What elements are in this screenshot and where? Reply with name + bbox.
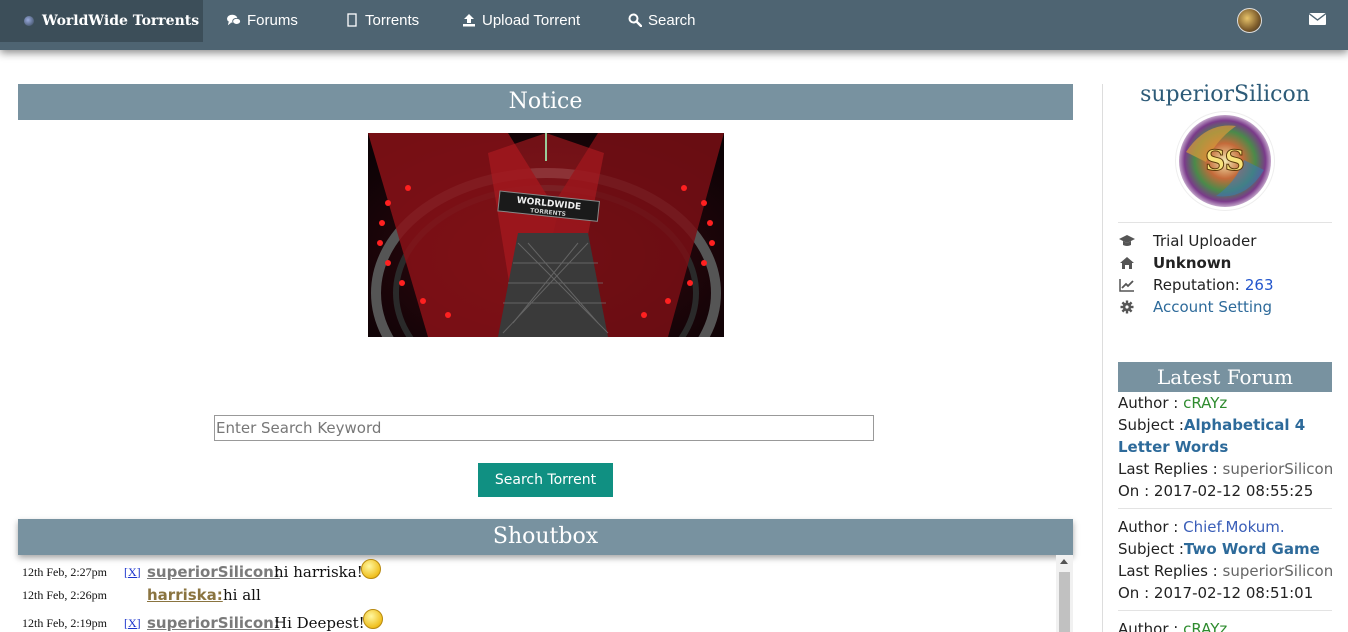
- shout-text: Hi Deepest!: [274, 614, 365, 632]
- post-date: 2017-02-12 08:51:01: [1153, 584, 1314, 602]
- upload-icon: [463, 14, 475, 27]
- author-label: Author :: [1118, 394, 1179, 412]
- user-avatar[interactable]: [1237, 8, 1262, 33]
- forum-post-author: Author : cRAYz: [1118, 392, 1227, 414]
- last-replies-user[interactable]: superiorSilicon: [1223, 460, 1334, 478]
- shout-message: 12th Feb, 2:19pm [X] superiorSilicon: Hi…: [18, 609, 1056, 632]
- reputation-value[interactable]: 263: [1245, 276, 1274, 294]
- on-label: On :: [1118, 584, 1150, 602]
- shout-text: hi harriska!: [274, 563, 363, 581]
- sidebar-divider: [1102, 84, 1103, 632]
- smiley-icon: [361, 559, 381, 579]
- forum-post-divider: [1118, 508, 1332, 509]
- shout-user[interactable]: superiorSilicon:: [147, 614, 280, 632]
- forum-post-last-replies: Last Replies : superiorSilicon: [1118, 458, 1333, 480]
- search-torrent-button[interactable]: Search Torrent: [478, 463, 613, 497]
- profile-reputation: Reputation: 263: [1118, 274, 1274, 296]
- nav-upload-label: Upload Torrent: [482, 11, 581, 29]
- account-setting-link[interactable]: Account Setting: [1118, 296, 1272, 318]
- notice-banner-image: WORLDWIDE TORRENTS: [368, 133, 724, 337]
- search-keyword-input[interactable]: [214, 415, 874, 441]
- graduation-cap-icon: [1118, 234, 1136, 248]
- envelope-icon[interactable]: [1309, 12, 1326, 26]
- nav-forums-label: Forums: [247, 11, 298, 29]
- last-replies-user[interactable]: superiorSilicon: [1223, 562, 1334, 580]
- profile-rank-label: Trial Uploader: [1153, 232, 1257, 250]
- on-label: On :: [1118, 482, 1150, 500]
- forum-post-author: Author : Chief.Mokum.: [1118, 516, 1285, 538]
- shout-user[interactable]: superiorSilicon:: [147, 563, 280, 581]
- shout-message: 12th Feb, 2:26pm harriska: hi all: [18, 583, 1056, 607]
- forum-post-date: On : 2017-02-12 08:55:25: [1118, 480, 1313, 502]
- line-chart-icon: [1118, 278, 1136, 292]
- author-label: Author :: [1118, 518, 1179, 536]
- forum-post-author: Author : cRAYz: [1118, 618, 1227, 632]
- profile-location: Unknown: [1118, 252, 1231, 274]
- shout-delete-link[interactable]: [X]: [124, 565, 141, 580]
- profile-username[interactable]: superiorSilicon: [1118, 82, 1332, 107]
- reputation-label: Reputation:: [1153, 276, 1240, 294]
- subject-label: Subject :: [1118, 540, 1184, 558]
- subject-link[interactable]: Alphabetical 4: [1184, 416, 1305, 434]
- post-date: 2017-02-12 08:55:25: [1153, 482, 1314, 500]
- profile-rank: Trial Uploader: [1118, 230, 1256, 252]
- shout-text: hi all: [223, 586, 261, 604]
- author-link[interactable]: Chief.Mokum.: [1183, 518, 1285, 536]
- nav-search-label: Search: [648, 11, 696, 29]
- subject-link[interactable]: Two Word Game: [1184, 540, 1320, 558]
- author-link[interactable]: cRAYz: [1183, 620, 1227, 632]
- forum-post-last-replies: Last Replies : superiorSilicon: [1118, 560, 1333, 582]
- subject-label: Subject :: [1118, 416, 1184, 434]
- profile-location-label: Unknown: [1153, 254, 1232, 272]
- profile-avatar-monogram: SS: [1205, 144, 1245, 177]
- shout-delete-link[interactable]: [X]: [124, 616, 141, 631]
- gear-icon: [1118, 300, 1136, 314]
- shout-time: 12th Feb, 2:27pm: [22, 564, 108, 579]
- top-navbar: WorldWide Torrents Forums Torrents Uploa…: [0, 0, 1348, 50]
- shout-message: 12th Feb, 2:27pm [X] superiorSilicon: hi…: [18, 559, 1056, 584]
- author-label: Author :: [1118, 620, 1179, 632]
- shoutbox-scrollbar[interactable]: [1056, 555, 1073, 632]
- last-replies-label: Last Replies :: [1118, 460, 1218, 478]
- home-icon: [1118, 256, 1136, 270]
- nav-search[interactable]: Search: [628, 0, 696, 40]
- notice-title: Notice: [18, 84, 1073, 120]
- shout-time: 12th Feb, 2:19pm: [22, 615, 108, 630]
- brand-label: WorldWide Torrents: [42, 13, 200, 29]
- shout-time: 12th Feb, 2:26pm: [22, 587, 108, 602]
- shout-user[interactable]: harriska:: [147, 586, 223, 604]
- forum-post-subject-continued: Letter Words: [1118, 436, 1228, 458]
- forum-post-divider: [1118, 610, 1332, 611]
- author-link[interactable]: cRAYz: [1183, 394, 1227, 412]
- forum-post-date: On : 2017-02-12 08:51:01: [1118, 582, 1313, 604]
- search-icon: [628, 13, 642, 27]
- brand-logo-icon: [24, 16, 34, 26]
- nav-torrents[interactable]: Torrents: [345, 0, 419, 40]
- forum-post-subject: Subject :Two Word Game: [1118, 538, 1320, 560]
- account-setting-label[interactable]: Account Setting: [1153, 298, 1272, 316]
- shoutbox-title: Shoutbox: [18, 519, 1073, 555]
- comments-icon: [227, 14, 241, 26]
- smiley-icon: [363, 609, 383, 629]
- nav-forums[interactable]: Forums: [227, 0, 298, 40]
- nav-torrents-label: Torrents: [365, 11, 420, 29]
- shoutbox-messages: 12th Feb, 2:27pm [X] superiorSilicon: hi…: [18, 555, 1056, 632]
- subject-link-continued[interactable]: Letter Words: [1118, 438, 1228, 456]
- scrollbar-thumb[interactable]: [1059, 572, 1070, 632]
- last-replies-label: Last Replies :: [1118, 562, 1218, 580]
- scroll-up-arrow-icon[interactable]: [1060, 559, 1068, 564]
- profile-divider: [1118, 222, 1332, 223]
- profile-avatar[interactable]: SS: [1176, 112, 1274, 210]
- latest-forum-title: Latest Forum: [1118, 362, 1332, 392]
- forum-post-subject: Subject :Alphabetical 4: [1118, 414, 1305, 436]
- file-icon: [347, 13, 357, 27]
- brand-link[interactable]: WorldWide Torrents: [0, 0, 203, 42]
- nav-upload[interactable]: Upload Torrent: [462, 0, 580, 40]
